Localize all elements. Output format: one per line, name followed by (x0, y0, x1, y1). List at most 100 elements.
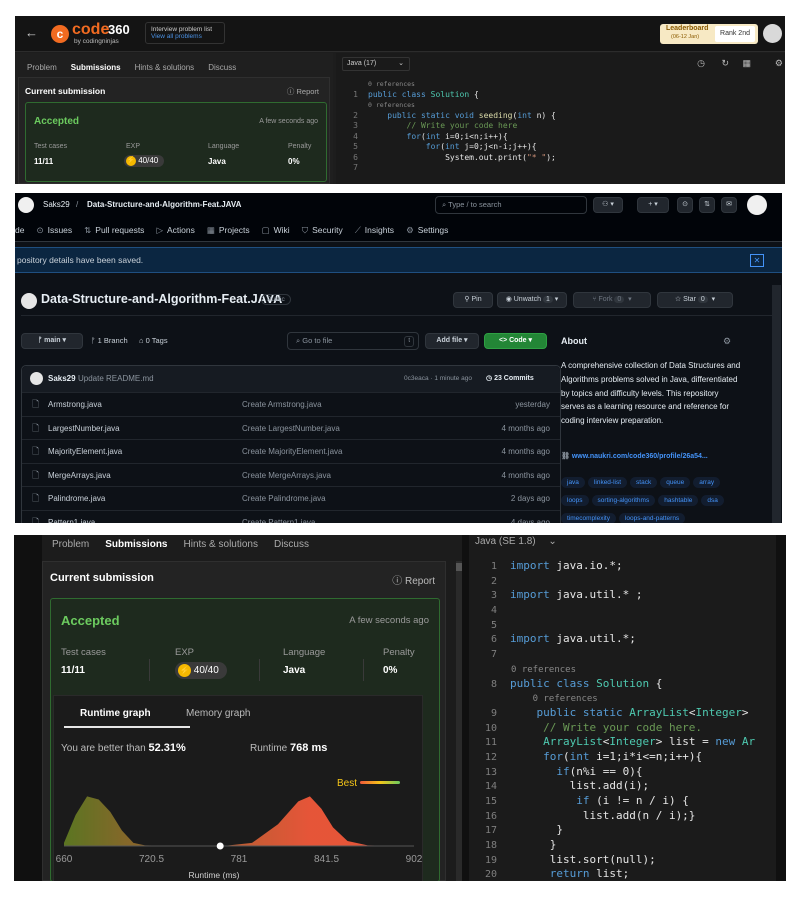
commits-link[interactable]: ◷ 23 Commits (486, 374, 534, 382)
topic-tag[interactable]: dsa (701, 495, 724, 506)
file-commit-message[interactable]: Create Armstrong.java (242, 393, 322, 416)
timer-icon[interactable]: ◷ (697, 58, 705, 69)
github-logo-icon[interactable] (18, 197, 34, 213)
language-select[interactable]: Java (17) ⌄ (342, 57, 410, 71)
star-button[interactable]: ☆ Star 0 ▾ (657, 292, 733, 308)
file-name[interactable]: Palindrome.java (48, 487, 105, 510)
tab-hints[interactable]: Hints & solutions (184, 539, 258, 550)
topic-tag[interactable]: queue (660, 477, 691, 488)
topic-tag[interactable]: timecomplexity (561, 513, 616, 523)
code-line: 2 public static void seeding(int n) { (340, 111, 556, 122)
tab-runtime-graph[interactable]: Runtime graph (80, 708, 151, 719)
code-token: import (510, 632, 557, 646)
tab-submissions[interactable]: Submissions (105, 539, 167, 550)
tab-memory-graph[interactable]: Memory graph (186, 708, 250, 719)
homepage-link[interactable]: ⛓ www.naukri.com/code360/profile/26a54..… (561, 452, 708, 460)
code-token: Solution (596, 676, 656, 690)
repo-nav-security[interactable]: ⛉ Security (302, 225, 343, 236)
issues-icon[interactable]: ⊙ (677, 197, 693, 213)
topic-tag[interactable]: linked-list (587, 477, 628, 488)
repo-nav-settings[interactable]: ⚙ Settings (406, 225, 448, 236)
line-number: 10 (484, 722, 497, 734)
file-commit-message[interactable]: Create MajorityElement.java (242, 440, 342, 463)
code-editor-bottom[interactable]: 1 import java.io.*; 2 3 import java.util.* ;… (469, 559, 755, 881)
file-name[interactable]: MergeArrays.java (48, 464, 111, 487)
leaderboard-badge[interactable]: Leaderboard (06-12 Jan) Rank 2nd (660, 24, 758, 44)
tags-link[interactable]: ⌂ 0 Tags (139, 336, 168, 345)
file-row[interactable]: 🗋 Pattern1.java Create Pattern1.java 4 days… (22, 509, 560, 524)
code-editor-top[interactable]: 0 references 1 public class Solution {0 re… (340, 79, 556, 174)
unwatch-button[interactable]: ◉ Unwatch 1 ▾ (497, 292, 567, 308)
tab-discuss[interactable]: Discuss (274, 539, 309, 550)
create-new-button[interactable]: + ▾ (637, 197, 669, 213)
tab-problem[interactable]: Problem (52, 539, 89, 550)
repo-nav-de[interactable]: de (15, 225, 24, 235)
topic-tag[interactable]: stack (630, 477, 658, 488)
tab-submissions[interactable]: Submissions (71, 63, 121, 72)
file-name[interactable]: Pattern1.java (48, 511, 95, 524)
add-file-button[interactable]: Add file ▾ (425, 333, 479, 349)
file-row[interactable]: 🗋 MergeArrays.java Create MergeArrays.java… (22, 462, 560, 487)
back-arrow-icon[interactable]: ← (25, 25, 38, 40)
file-name[interactable]: MajorityElement.java (48, 440, 122, 463)
file-commit-message[interactable]: Create LargestNumber.java (242, 417, 340, 440)
repo-nav-issues[interactable]: ⊙ Issues (36, 225, 72, 236)
search-input[interactable]: ⌕ Type / to search (435, 196, 587, 214)
file-row[interactable]: 🗋 Armstrong.java Create Armstrong.java yest… (22, 392, 560, 416)
topic-tag[interactable]: array (693, 477, 721, 488)
about-settings-gear-icon[interactable]: ⚙ (723, 336, 731, 347)
avatar[interactable] (747, 195, 767, 215)
repo-nav-projects[interactable]: ▦ Projects (207, 225, 250, 236)
pin-button[interactable]: ⚲ Pin (453, 292, 493, 308)
topic-tag[interactable]: loops (561, 495, 589, 506)
code-button[interactable]: <> Code ▾ (484, 333, 547, 349)
close-icon[interactable]: ✕ (750, 254, 764, 267)
language-select[interactable]: Java (SE 1.8) ⌄ (475, 536, 557, 547)
repo-nav-actions[interactable]: ▷ Actions (156, 225, 194, 236)
file-name[interactable]: Armstrong.java (48, 393, 102, 416)
fork-button[interactable]: ⑂ Fork 0 ▾ (573, 292, 651, 308)
file-row[interactable]: 🗋 MajorityElement.java Create MajorityElem… (22, 439, 560, 463)
code-token: Ar (741, 735, 756, 749)
view-all-problems-link[interactable]: View all problems (146, 33, 224, 40)
repo-name-breadcrumb[interactable]: Data-Structure-and-Algorithm-Feat.JAVA (87, 200, 241, 209)
file-commit-message[interactable]: Create Palindrome.java (242, 487, 326, 510)
copilot-button[interactable]: ⚇ ▾ (593, 197, 623, 213)
report-button[interactable]: ⓘ Report (392, 572, 435, 587)
branches-link[interactable]: ᚠ 1 Branch (91, 336, 128, 345)
repo-nav-pull-requests[interactable]: ⇅ Pull requests (84, 225, 144, 236)
file-row[interactable]: 🗋 LargestNumber.java Create LargestNumber.… (22, 415, 560, 440)
avatar[interactable] (763, 24, 782, 43)
code-token: ); (546, 152, 556, 162)
inbox-icon[interactable]: ✉ (721, 197, 737, 213)
gear-icon[interactable]: ⚙ (775, 58, 783, 69)
go-to-file-input[interactable]: ⌕ Go to file t (287, 332, 419, 350)
topic-tag[interactable]: java (561, 477, 585, 488)
topic-tag[interactable]: sorting-algorithms (591, 495, 656, 506)
report-button[interactable]: ⓘ Report (287, 86, 319, 97)
scrollbar[interactable] (772, 285, 781, 523)
file-commit-message[interactable]: Create MergeArrays.java (242, 464, 331, 487)
scrollbar[interactable] (456, 561, 462, 881)
file-row[interactable]: 🗋 Palindrome.java Create Palindrome.java 2 … (22, 486, 560, 510)
commit-hash-time[interactable]: 0c3eaca · 1 minute ago (404, 375, 472, 382)
repo-nav-wiki[interactable]: ▢ Wiki (262, 225, 290, 236)
layout-icon[interactable]: ▦ (742, 58, 751, 69)
reset-icon[interactable]: ↻ (721, 58, 729, 69)
tab-discuss[interactable]: Discuss (208, 63, 236, 72)
repo-owner[interactable]: Saks29 (43, 200, 70, 209)
commit-author[interactable]: Saks29 (48, 374, 76, 383)
problem-list-box[interactable]: Interview problem list View all problems (145, 22, 225, 44)
repo-nav-insights[interactable]: ⟋ Insights (355, 225, 394, 236)
tab-problem[interactable]: Problem (27, 63, 57, 72)
branch-select[interactable]: ᚠ main ▾ (21, 333, 83, 349)
tab-hints[interactable]: Hints & solutions (135, 63, 195, 72)
file-name[interactable]: LargestNumber.java (48, 417, 120, 440)
topic-tag[interactable]: hashtable (658, 495, 699, 506)
topic-tag[interactable]: loops-and-patterns (618, 513, 686, 523)
pull-requests-icon[interactable]: ⇅ (699, 197, 715, 213)
code-token: java.util.*; (556, 632, 636, 646)
file-commit-message[interactable]: Create Pattern1.java (242, 511, 315, 524)
commit-message[interactable]: Update README.md (78, 374, 154, 383)
